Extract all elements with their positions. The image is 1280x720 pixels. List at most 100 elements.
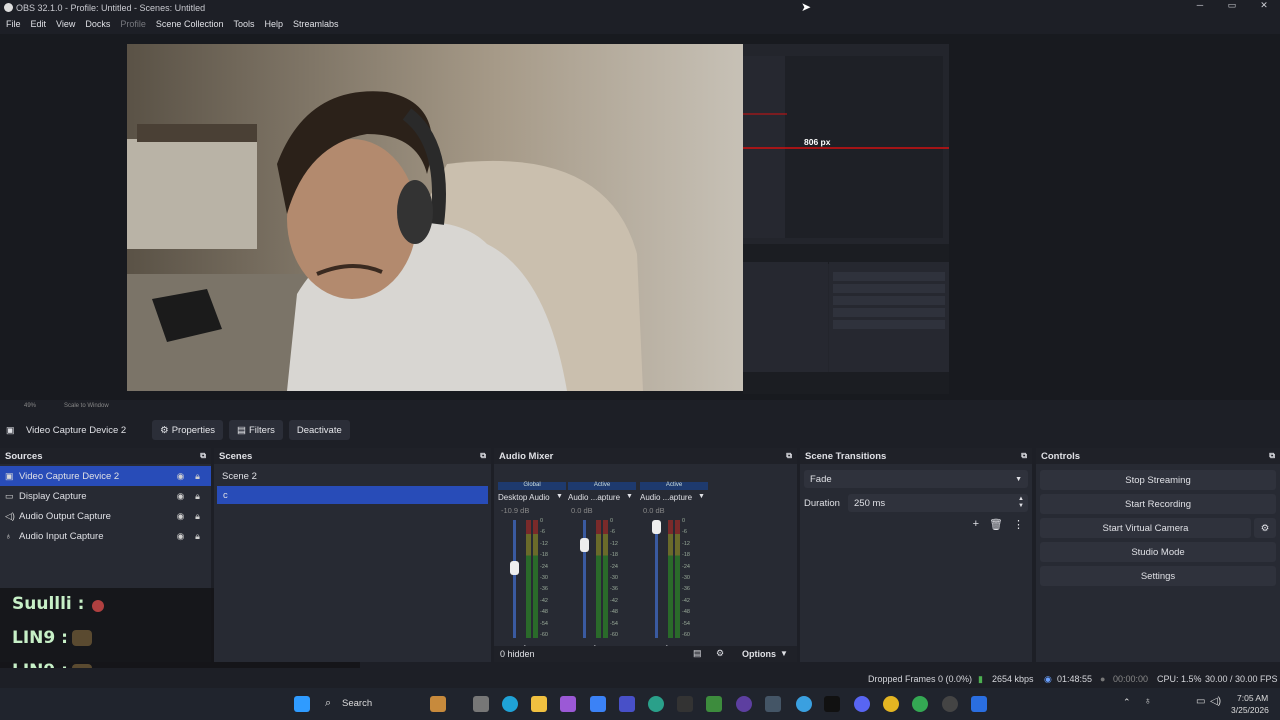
- menu-streamlabs[interactable]: Streamlabs: [293, 19, 339, 29]
- undock-icon[interactable]: ⧉: [200, 451, 206, 461]
- duration-spinbox[interactable]: 250 ms ▲ ▼: [848, 494, 1028, 512]
- settings-icon[interactable]: ⚙: [716, 648, 724, 659]
- monitor-icon: ▭: [5, 490, 14, 501]
- minimize-button[interactable]: ─: [1184, 0, 1216, 14]
- stop-streaming-button[interactable]: Stop Streaming: [1040, 470, 1276, 490]
- start-recording-button[interactable]: Start Recording: [1040, 494, 1276, 514]
- deactivate-button[interactable]: Deactivate: [288, 420, 350, 440]
- chevron-down-icon[interactable]: ▼: [626, 493, 633, 500]
- scene-item[interactable]: Scene 2: [214, 466, 491, 486]
- undock-icon[interactable]: ⧉: [786, 451, 792, 461]
- stream-time: 01:48:55: [1057, 674, 1093, 684]
- app-icon[interactable]: [619, 696, 635, 712]
- channel-name[interactable]: Audio ...apture: [568, 493, 628, 502]
- lock-icon[interactable]: 🔒︎: [189, 491, 206, 502]
- volume-slider-handle[interactable]: [510, 561, 519, 576]
- volume-slider[interactable]: [655, 520, 658, 638]
- undock-icon[interactable]: ⧉: [480, 451, 486, 461]
- app-icon[interactable]: [736, 696, 752, 712]
- discord-icon[interactable]: [854, 696, 870, 712]
- lock-icon[interactable]: 🔒︎: [189, 531, 206, 542]
- clock-date[interactable]: 3/25/2026: [1231, 705, 1269, 715]
- meter-scale-label: 0: [682, 518, 686, 524]
- menu-scene-collection[interactable]: Scene Collection: [156, 19, 224, 29]
- app-icon[interactable]: [560, 696, 576, 712]
- obs-icon[interactable]: [942, 696, 958, 712]
- channel-name[interactable]: Audio ...apture: [640, 493, 700, 502]
- eye-icon[interactable]: ◉: [172, 491, 189, 502]
- menu-view[interactable]: View: [56, 19, 75, 29]
- tiktok-icon[interactable]: [824, 696, 840, 712]
- chrome-icon[interactable]: [912, 696, 928, 712]
- trash-icon[interactable]: 🗑︎: [989, 518, 1003, 531]
- virtual-camera-settings-button[interactable]: ⚙: [1254, 518, 1276, 538]
- menu-tools[interactable]: Tools: [233, 19, 254, 29]
- network-icon[interactable]: ▭: [1196, 696, 1205, 707]
- store-icon[interactable]: [590, 696, 606, 712]
- settings-button[interactable]: Settings: [1040, 566, 1276, 586]
- lock-icon[interactable]: 🔒︎: [189, 511, 206, 522]
- channel-name[interactable]: Desktop Audio: [498, 493, 558, 502]
- menu-edit[interactable]: Edit: [31, 19, 47, 29]
- meter-scale-label: -18: [682, 552, 690, 559]
- taskbar-search[interactable]: Search: [342, 698, 372, 709]
- app-icon[interactable]: [971, 696, 987, 712]
- mixer-options-button[interactable]: Options: [742, 649, 776, 659]
- eye-icon[interactable]: ◉: [172, 471, 189, 482]
- eye-icon[interactable]: ◉: [172, 531, 189, 542]
- chrome-icon[interactable]: [883, 696, 899, 712]
- tray-chevron-icon[interactable]: ⌃: [1123, 697, 1131, 708]
- zoom-mode[interactable]: Scale to Window: [64, 403, 109, 409]
- menu-help[interactable]: Help: [264, 19, 283, 29]
- folder-icon[interactable]: [531, 696, 547, 712]
- webcam-feed[interactable]: [127, 44, 743, 391]
- start-virtual-camera-button[interactable]: Start Virtual Camera: [1040, 518, 1251, 538]
- eye-icon[interactable]: ◉: [172, 511, 189, 522]
- menu-docks[interactable]: Docks: [85, 19, 110, 29]
- properties-button[interactable]: ⚙ Properties: [152, 420, 224, 440]
- clock-time[interactable]: 7:05 AM: [1237, 693, 1268, 703]
- scene-label: Scene 2: [222, 470, 257, 482]
- recording-time: 00:00:00: [1113, 674, 1149, 684]
- windows-start-icon[interactable]: [294, 696, 310, 712]
- transition-select[interactable]: Fade ▼: [804, 470, 1028, 488]
- lock-icon[interactable]: 🔒︎: [189, 471, 206, 482]
- volume-slider[interactable]: [513, 520, 516, 638]
- filters-button[interactable]: ▤ Filters: [229, 420, 283, 440]
- layout-icon[interactable]: ▤: [693, 648, 702, 659]
- source-item[interactable]: ▣ Video Capture Device 2 ◉ 🔒︎: [0, 466, 211, 486]
- meter-scale-label: -42: [682, 597, 690, 604]
- chevron-down-icon[interactable]: ▼: [698, 493, 705, 500]
- source-item[interactable]: ♁ Audio Input Capture ◉ 🔒︎: [0, 526, 211, 546]
- app-icon[interactable]: [648, 696, 664, 712]
- close-button[interactable]: ✕: [1248, 0, 1280, 14]
- app-icon[interactable]: [430, 696, 446, 712]
- volume-slider-handle[interactable]: [580, 537, 589, 552]
- microphone-icon[interactable]: ♁: [1144, 696, 1152, 707]
- zoom-level[interactable]: 49%: [24, 403, 36, 409]
- source-item[interactable]: ◁) Audio Output Capture ◉ 🔒︎: [0, 506, 211, 526]
- stepper-icon[interactable]: ▲ ▼: [1018, 496, 1028, 510]
- volume-slider-handle[interactable]: [652, 520, 661, 534]
- undock-icon[interactable]: ⧉: [1269, 451, 1275, 461]
- app-icon[interactable]: [677, 696, 693, 712]
- menu-profile[interactable]: Profile: [120, 19, 146, 29]
- app-icon[interactable]: [765, 696, 781, 712]
- chevron-down-icon[interactable]: ▼: [780, 649, 788, 658]
- chevron-down-icon[interactable]: ▼: [556, 493, 563, 500]
- volume-icon[interactable]: ◁): [1210, 696, 1221, 707]
- menu-file[interactable]: File: [6, 19, 21, 29]
- source-item[interactable]: ▭ Display Capture ◉ 🔒︎: [0, 486, 211, 506]
- maximize-button[interactable]: ▭: [1216, 0, 1248, 14]
- scene-item-editing[interactable]: c: [217, 486, 488, 504]
- minecraft-icon[interactable]: [706, 696, 722, 712]
- studio-mode-button[interactable]: Studio Mode: [1040, 542, 1276, 562]
- scene-rename-input[interactable]: c: [223, 490, 228, 501]
- add-icon[interactable]: +: [973, 518, 979, 531]
- app-icon[interactable]: [473, 696, 489, 712]
- undock-icon[interactable]: ⧉: [1021, 451, 1027, 461]
- window-title: OBS 32.1.0 - Profile: Untitled - Scenes:…: [16, 3, 206, 13]
- edge-icon[interactable]: [502, 696, 518, 712]
- more-icon[interactable]: ⋮: [1013, 518, 1024, 531]
- app-icon[interactable]: [796, 696, 812, 712]
